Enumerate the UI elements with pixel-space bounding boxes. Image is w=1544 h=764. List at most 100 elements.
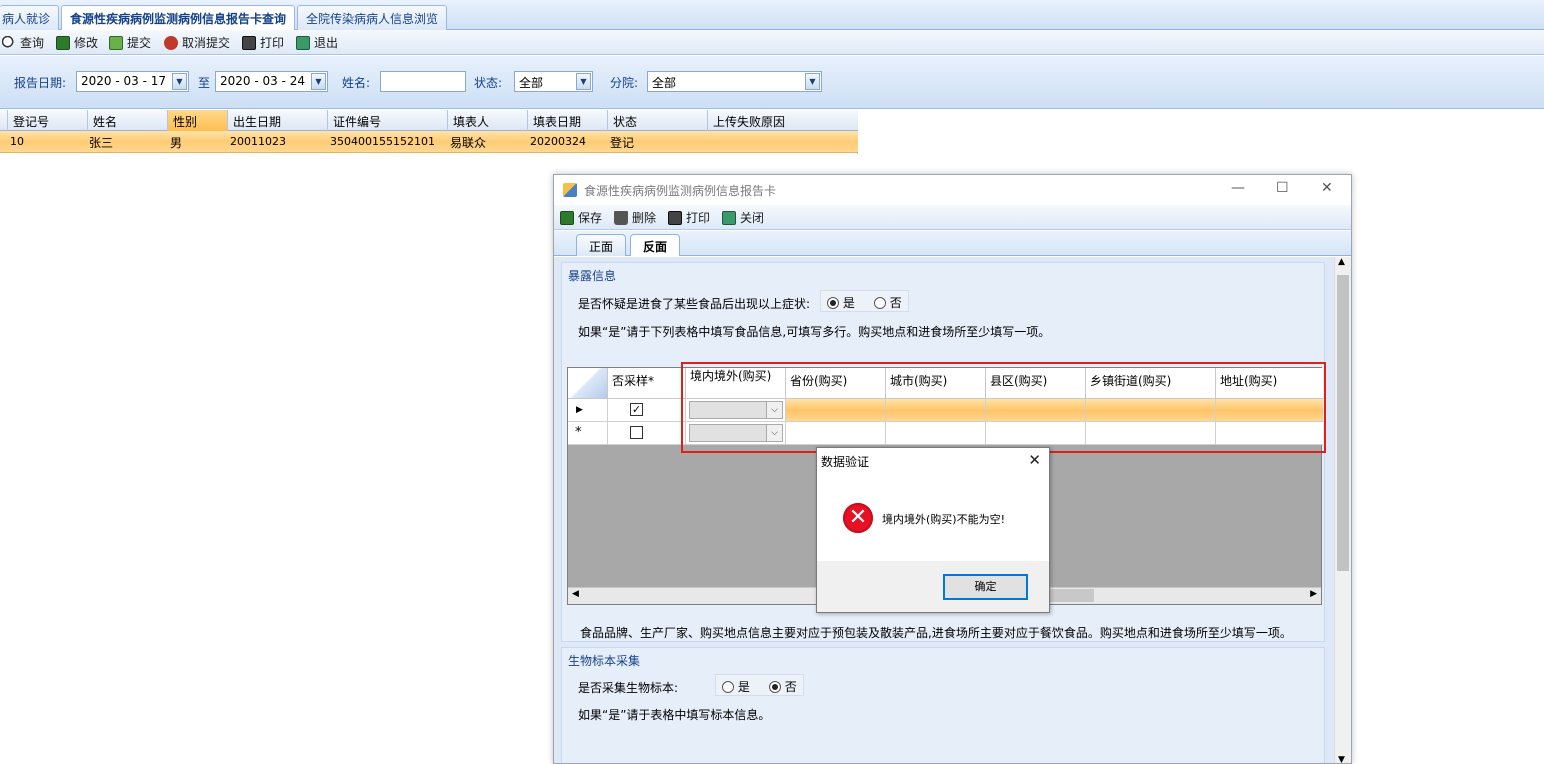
app-icon — [563, 183, 577, 197]
submit-label: 提交 — [127, 36, 152, 50]
maximize-icon[interactable]: ☐ — [1276, 180, 1289, 196]
print-label: 打印 — [686, 211, 711, 225]
bio-no-radio[interactable] — [768, 681, 781, 693]
bio-hint: 如果“是”请于表格中填写标本信息。 — [578, 708, 771, 722]
window-toolbar: 保存 删除 打印 关闭 — [554, 205, 1351, 230]
close-button[interactable]: 关闭 — [722, 208, 764, 227]
sampled-checkbox-unchecked[interactable] — [630, 426, 643, 439]
bio-title: 生物标本采集 — [568, 654, 641, 668]
branch-label: 分院: — [610, 76, 639, 90]
edit-label: 修改 — [74, 36, 99, 50]
exposure-question: 是否怀疑是进食了某些食品后出现以上症状: — [578, 297, 811, 311]
main-toolbar: 查询 修改 提交 取消提交 打印 退出 — [0, 30, 1544, 55]
close-icon[interactable]: ✕ — [1321, 180, 1333, 196]
exposure-note: 食品品牌、生产厂家、购买地点信息主要对应于预包装及散装产品,进食场所主要对应于餐… — [580, 626, 1292, 640]
branch-select[interactable]: 全部 ▼ — [647, 71, 822, 92]
undo-icon — [164, 35, 178, 50]
exit-button[interactable]: 退出 — [296, 33, 338, 52]
vscroll-thumb[interactable] — [1337, 275, 1349, 571]
cell-sex: 男 — [170, 136, 183, 150]
scroll-left-icon[interactable]: ◀ — [572, 589, 579, 599]
row-pointer-icon[interactable]: ▶ — [568, 399, 608, 422]
query-label: 查询 — [20, 36, 45, 50]
bio-radio-group: 是 否 — [715, 674, 804, 696]
cell-fill-date: 20200324 — [530, 135, 586, 148]
edit-button[interactable]: 修改 — [56, 33, 98, 52]
scroll-up-icon[interactable]: ▲ — [1338, 257, 1345, 267]
printer-icon — [242, 35, 256, 50]
exposure-no-label: 否 — [889, 296, 902, 310]
cancel-submit-label: 取消提交 — [182, 36, 231, 50]
cell-filler: 易联众 — [450, 136, 487, 150]
col-filler[interactable]: 填表人 — [448, 110, 528, 131]
tab-patient-visit[interactable]: 病人就诊 — [0, 5, 60, 30]
cell-reg-no: 10 — [10, 135, 24, 148]
save-button[interactable]: 保存 — [560, 208, 602, 227]
exit-label: 退出 — [314, 36, 339, 50]
col-status[interactable]: 状态 — [608, 110, 708, 131]
scroll-down-icon[interactable]: ▼ — [1338, 755, 1345, 763]
exposure-yes-label: 是 — [842, 296, 855, 310]
delete-button[interactable]: 删除 — [614, 208, 656, 227]
chevron-down-icon[interactable]: ▼ — [172, 73, 187, 90]
printer-icon — [668, 210, 682, 225]
date-to-picker[interactable]: 2020 - 03 - 24 ▼ — [215, 71, 328, 92]
status-select[interactable]: 全部 ▼ — [514, 71, 593, 92]
error-icon: ✕ — [843, 503, 873, 533]
minimize-icon[interactable]: — — [1231, 180, 1245, 196]
tab-front[interactable]: 正面 — [576, 234, 627, 256]
save-disk-icon — [56, 35, 70, 50]
exit-icon — [296, 35, 310, 50]
submit-button[interactable]: 提交 — [109, 33, 151, 52]
exposure-title: 暴露信息 — [568, 269, 617, 283]
grid-header: 登记号 姓名 性别 出生日期 证件编号 填表人 填表日期 状态 上传失败原因 — [0, 110, 858, 131]
name-input[interactable] — [380, 71, 466, 92]
ok-button[interactable]: 确定 — [943, 574, 1028, 600]
window-vscrollbar[interactable]: ▲ ▼ — [1334, 257, 1351, 763]
status-label: 状态: — [474, 76, 503, 90]
cell-id-no: 350400155152101 — [330, 135, 435, 148]
print-button[interactable]: 打印 — [242, 33, 284, 52]
col-sex[interactable]: 性别 — [168, 110, 228, 131]
exit-icon — [722, 210, 736, 225]
tab-food-report-query[interactable]: 食源性疾病病例监测病例信息报告卡查询 — [61, 5, 296, 31]
print-button[interactable]: 打印 — [668, 208, 710, 227]
col-upload-fail[interactable]: 上传失败原因 — [708, 110, 858, 131]
tab-back[interactable]: 反面 — [630, 234, 681, 256]
query-button[interactable]: 查询 — [2, 33, 44, 52]
messagebox-title: 数据验证 — [821, 455, 870, 469]
col-sampled[interactable]: 否采样* — [608, 368, 686, 399]
messagebox-text: 境内境外(购买)不能为空! — [882, 513, 1005, 526]
module-tabstrip: 病人就诊 食源性疾病病例监测病例信息报告卡查询 全院传染病病人信息浏览 — [0, 0, 1544, 31]
check-icon — [109, 35, 123, 50]
tab-infectious-browse[interactable]: 全院传染病病人信息浏览 — [297, 5, 448, 30]
table-row[interactable]: 10 张三 男 20011023 350400155152101 易联众 202… — [0, 131, 858, 153]
sampled-checkbox-checked[interactable]: ✓ — [630, 403, 643, 416]
cell-sampled — [608, 422, 686, 445]
scroll-right-icon[interactable]: ▶ — [1310, 589, 1317, 599]
highlight-box — [681, 362, 1326, 453]
exposure-no-radio[interactable] — [873, 297, 886, 309]
col-id-no[interactable]: 证件编号 — [328, 110, 448, 131]
chevron-down-icon[interactable]: ▼ — [805, 73, 820, 90]
exposure-yes-radio[interactable] — [827, 297, 839, 309]
col-name[interactable]: 姓名 — [88, 110, 168, 131]
delete-label: 删除 — [632, 211, 657, 225]
cell-name: 张三 — [89, 136, 114, 150]
bio-yes-label: 是 — [737, 680, 750, 694]
bio-yes-radio[interactable] — [722, 681, 734, 693]
validation-messagebox: 数据验证 ✕ ✕ 境内境外(购买)不能为空! 确定 — [816, 447, 1050, 613]
row-selector-header[interactable] — [0, 110, 8, 131]
window-titlebar[interactable]: 食源性疾病病例监测病例信息报告卡 — ☐ ✕ — [554, 175, 1351, 205]
cancel-submit-button[interactable]: 取消提交 — [164, 33, 230, 52]
chevron-down-icon[interactable]: ▼ — [576, 73, 591, 90]
col-fill-date[interactable]: 填表日期 — [528, 110, 608, 131]
cell-birth-date: 20011023 — [230, 135, 286, 148]
col-reg-no[interactable]: 登记号 — [8, 110, 88, 131]
close-icon[interactable]: ✕ — [1028, 451, 1041, 469]
exposure-radio-group: 是 否 — [820, 290, 909, 312]
col-birth-date[interactable]: 出生日期 — [228, 110, 328, 131]
chevron-down-icon[interactable]: ▼ — [311, 73, 326, 90]
date-from-picker[interactable]: 2020 - 03 - 17 ▼ — [76, 71, 189, 92]
food-grid-corner[interactable] — [568, 368, 608, 399]
